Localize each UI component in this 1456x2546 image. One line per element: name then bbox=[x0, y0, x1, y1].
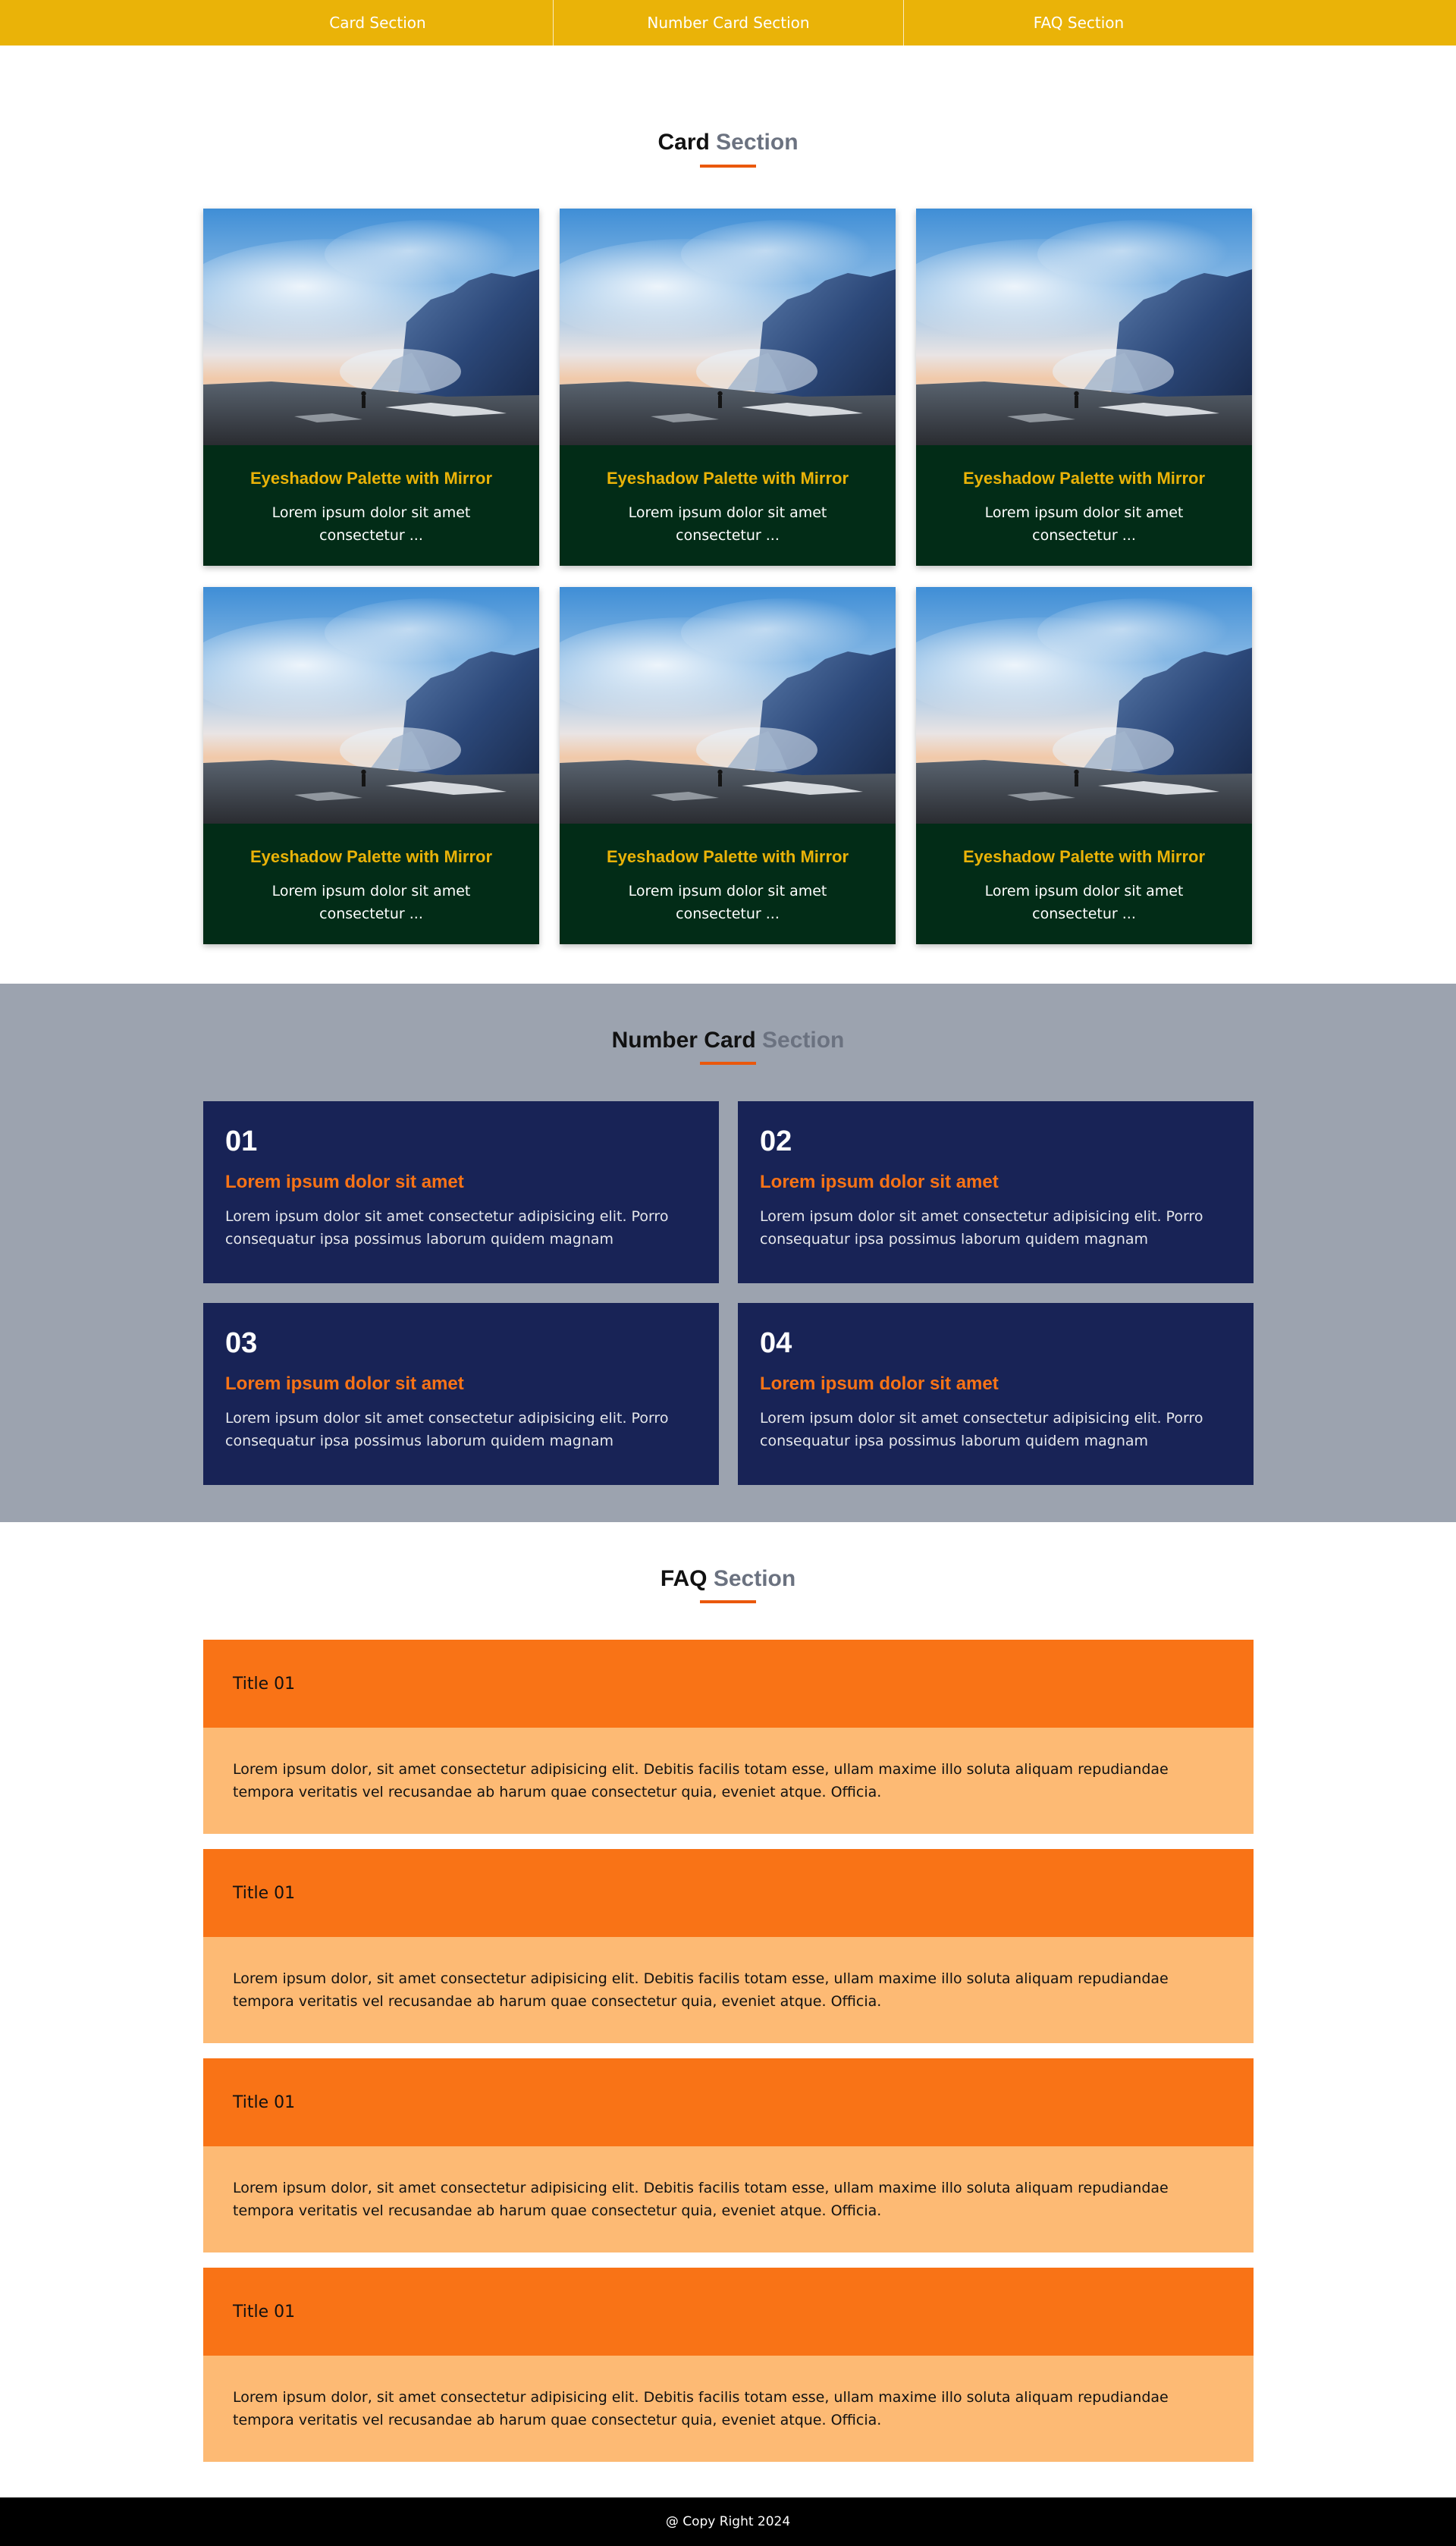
card-title: Eyeshadow Palette with Mirror bbox=[962, 847, 1206, 866]
faq-item: Title 01 Lorem ipsum dolor, sit amet con… bbox=[203, 2058, 1254, 2252]
heading-underline bbox=[700, 1600, 756, 1603]
card-body: Eyeshadow Palette with Mirror Lorem ipsu… bbox=[203, 824, 539, 944]
heading-accent: Section bbox=[716, 130, 799, 155]
number-section-heading: Number Card Section bbox=[0, 1025, 1456, 1056]
card-text: Lorem ipsum dolor sit amet consectetur .… bbox=[984, 883, 1184, 922]
faq-item: Title 01 Lorem ipsum dolor, sit amet con… bbox=[203, 1640, 1254, 1834]
faq-answer: Lorem ipsum dolor, sit amet consectetur … bbox=[203, 1937, 1254, 2043]
card-image bbox=[916, 209, 1252, 445]
card-title: Eyeshadow Palette with Mirror bbox=[249, 847, 493, 866]
nav-link-number-card-section[interactable]: Number Card Section bbox=[553, 0, 903, 46]
product-card[interactable]: Eyeshadow Palette with Mirror Lorem ipsu… bbox=[916, 209, 1252, 566]
card-text: Lorem ipsum dolor sit amet consectetur .… bbox=[628, 504, 827, 544]
faq-list: Title 01 Lorem ipsum dolor, sit amet con… bbox=[203, 1640, 1254, 2477]
nav-link-card-section[interactable]: Card Section bbox=[202, 0, 553, 46]
card-title: Eyeshadow Palette with Mirror bbox=[606, 847, 849, 866]
number-card-text: Lorem ipsum dolor sit amet consectetur a… bbox=[225, 1410, 669, 1449]
number-card-number: 03 bbox=[225, 1327, 258, 1359]
card-body: Eyeshadow Palette with Mirror Lorem ipsu… bbox=[916, 445, 1252, 566]
card-text: Lorem ipsum dolor sit amet consectetur .… bbox=[271, 883, 471, 922]
card-image bbox=[203, 587, 539, 824]
faq-question-toggle[interactable]: Title 01 bbox=[203, 1849, 1254, 1937]
number-card-grid: 01 Lorem ipsum dolor sit amet Lorem ipsu… bbox=[203, 1101, 1254, 1485]
product-card[interactable]: Eyeshadow Palette with Mirror Lorem ipsu… bbox=[916, 587, 1252, 944]
card-section-heading: Card Section bbox=[0, 127, 1456, 158]
product-card[interactable]: Eyeshadow Palette with Mirror Lorem ipsu… bbox=[560, 209, 896, 566]
number-card-section: Number Card Section 01 Lorem ipsum dolor… bbox=[0, 984, 1456, 1522]
card-section: Card Section Eyeshadow Palette with Mirr… bbox=[0, 46, 1456, 984]
card-body: Eyeshadow Palette with Mirror Lorem ipsu… bbox=[203, 445, 539, 566]
faq-answer: Lorem ipsum dolor, sit amet consectetur … bbox=[203, 1728, 1254, 1834]
number-card: 03 Lorem ipsum dolor sit amet Lorem ipsu… bbox=[203, 1303, 719, 1485]
heading-accent: Section bbox=[762, 1028, 845, 1053]
number-card-text: Lorem ipsum dolor sit amet consectetur a… bbox=[760, 1208, 1203, 1248]
copyright-text: @ Copy Right 2024 bbox=[665, 2514, 791, 2529]
product-card[interactable]: Eyeshadow Palette with Mirror Lorem ipsu… bbox=[203, 209, 539, 566]
number-card-number: 04 bbox=[760, 1327, 792, 1359]
card-grid: Eyeshadow Palette with Mirror Lorem ipsu… bbox=[203, 209, 1253, 944]
number-card-number: 01 bbox=[225, 1125, 258, 1157]
card-image bbox=[560, 209, 896, 445]
card-title: Eyeshadow Palette with Mirror bbox=[249, 469, 493, 488]
card-image bbox=[560, 587, 896, 824]
faq-question-toggle[interactable]: Title 01 bbox=[203, 2058, 1254, 2146]
faq-item: Title 01 Lorem ipsum dolor, sit amet con… bbox=[203, 1849, 1254, 2043]
number-card-title: Lorem ipsum dolor sit amet bbox=[225, 1373, 464, 1394]
faq-question-toggle[interactable]: Title 01 bbox=[203, 2268, 1254, 2356]
number-card-text: Lorem ipsum dolor sit amet consectetur a… bbox=[760, 1410, 1203, 1449]
card-text: Lorem ipsum dolor sit amet consectetur .… bbox=[271, 504, 471, 544]
heading-accent: Section bbox=[713, 1566, 796, 1591]
number-card: 04 Lorem ipsum dolor sit amet Lorem ipsu… bbox=[738, 1303, 1254, 1485]
card-image bbox=[916, 587, 1252, 824]
card-image bbox=[203, 209, 539, 445]
faq-section: FAQ Section Title 01 Lorem ipsum dolor, … bbox=[0, 1522, 1456, 2497]
faq-question-toggle[interactable]: Title 01 bbox=[203, 1640, 1254, 1728]
card-title: Eyeshadow Palette with Mirror bbox=[606, 469, 849, 488]
card-text: Lorem ipsum dolor sit amet consectetur .… bbox=[628, 883, 827, 922]
footer: @ Copy Right 2024 bbox=[0, 2497, 1456, 2546]
faq-item: Title 01 Lorem ipsum dolor, sit amet con… bbox=[203, 2268, 1254, 2462]
heading-main: Card bbox=[657, 130, 710, 155]
nav-link-faq-section[interactable]: FAQ Section bbox=[903, 0, 1254, 46]
card-body: Eyeshadow Palette with Mirror Lorem ipsu… bbox=[560, 445, 896, 566]
heading-underline bbox=[700, 165, 756, 168]
top-nav: Card Section Number Card Section FAQ Sec… bbox=[0, 0, 1456, 46]
faq-answer: Lorem ipsum dolor, sit amet consectetur … bbox=[203, 2356, 1254, 2462]
heading-underline bbox=[700, 1062, 756, 1065]
number-card-text: Lorem ipsum dolor sit amet consectetur a… bbox=[225, 1208, 669, 1248]
faq-answer: Lorem ipsum dolor, sit amet consectetur … bbox=[203, 2146, 1254, 2252]
card-text: Lorem ipsum dolor sit amet consectetur .… bbox=[984, 504, 1184, 544]
number-card-title: Lorem ipsum dolor sit amet bbox=[225, 1172, 464, 1192]
card-body: Eyeshadow Palette with Mirror Lorem ipsu… bbox=[560, 824, 896, 944]
product-card[interactable]: Eyeshadow Palette with Mirror Lorem ipsu… bbox=[560, 587, 896, 944]
card-title: Eyeshadow Palette with Mirror bbox=[962, 469, 1206, 488]
card-body: Eyeshadow Palette with Mirror Lorem ipsu… bbox=[916, 824, 1252, 944]
heading-main: Number Card bbox=[611, 1028, 756, 1053]
faq-section-heading: FAQ Section bbox=[0, 1564, 1456, 1594]
product-card[interactable]: Eyeshadow Palette with Mirror Lorem ipsu… bbox=[203, 587, 539, 944]
heading-main: FAQ bbox=[660, 1566, 708, 1591]
number-card-title: Lorem ipsum dolor sit amet bbox=[760, 1172, 999, 1192]
number-card-number: 02 bbox=[760, 1125, 792, 1157]
number-card: 01 Lorem ipsum dolor sit amet Lorem ipsu… bbox=[203, 1101, 719, 1283]
number-card-title: Lorem ipsum dolor sit amet bbox=[760, 1373, 999, 1394]
number-card: 02 Lorem ipsum dolor sit amet Lorem ipsu… bbox=[738, 1101, 1254, 1283]
